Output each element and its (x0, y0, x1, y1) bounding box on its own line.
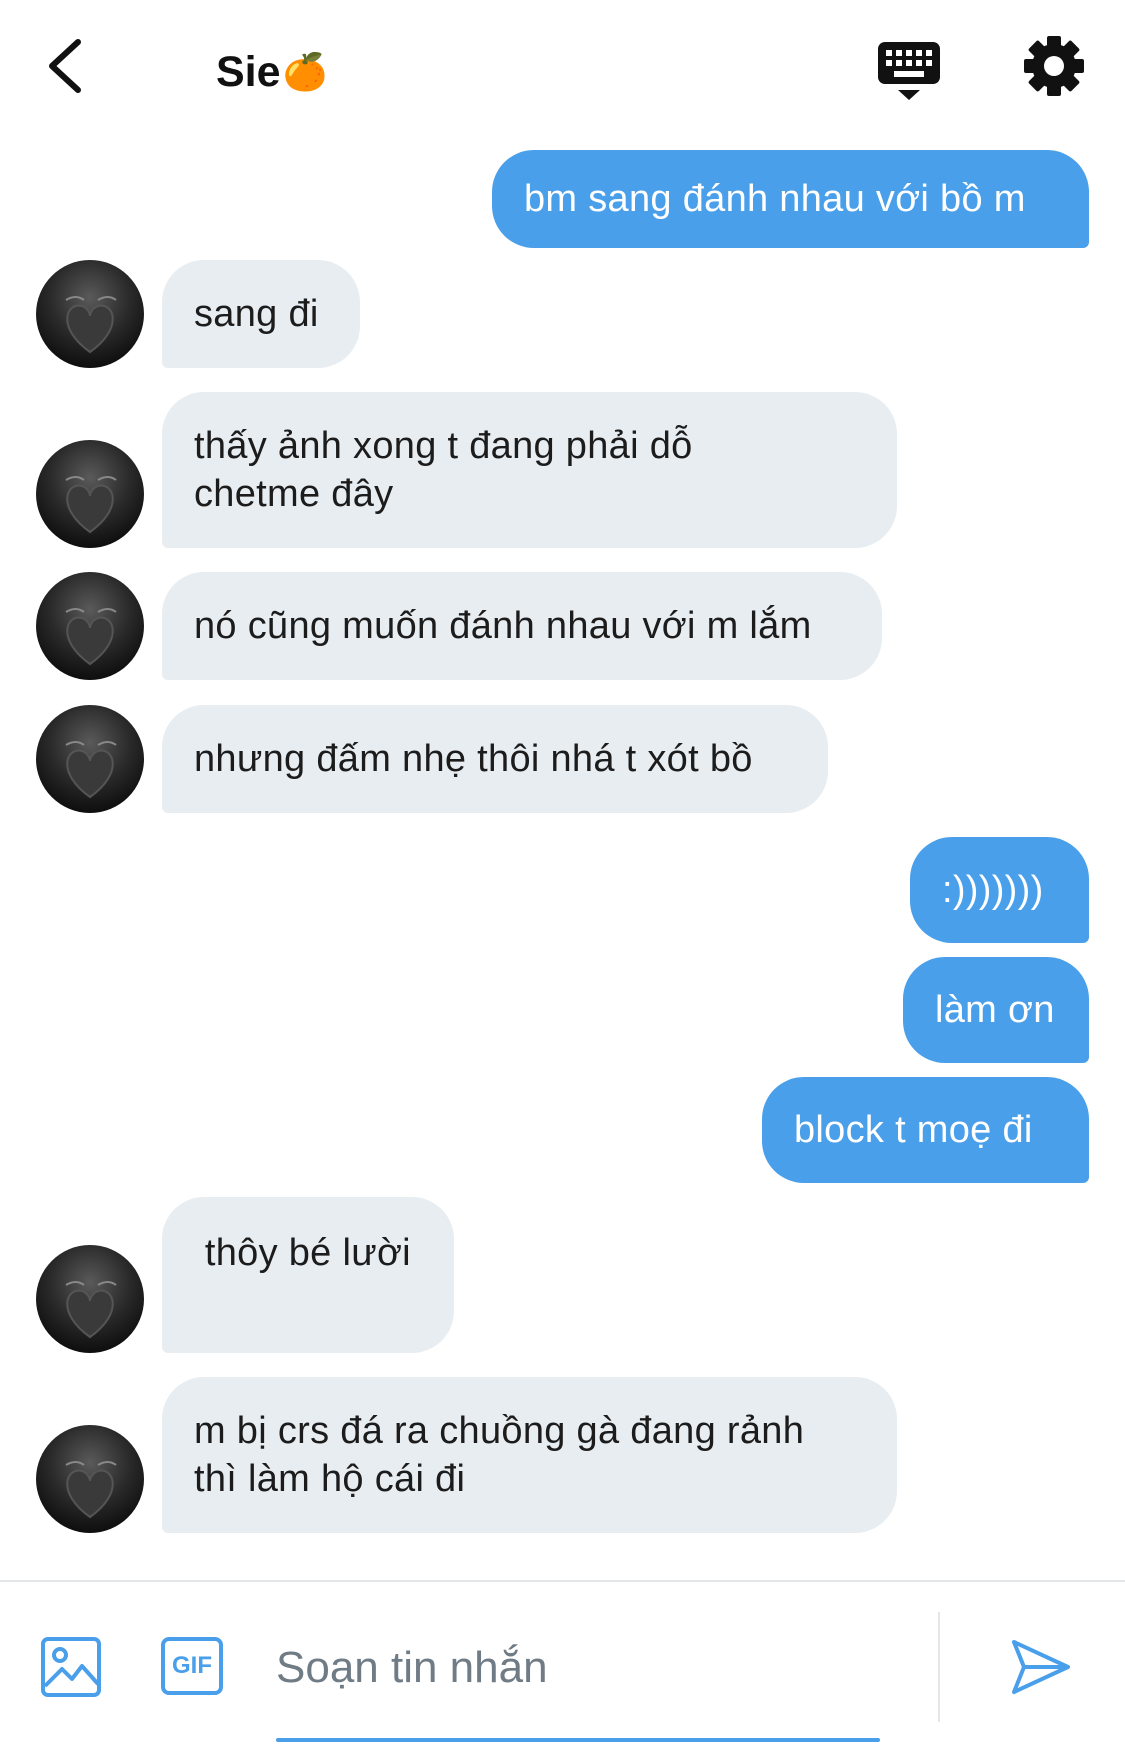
message-bubble-incoming[interactable]: thôy bé lười (162, 1197, 454, 1353)
gif-label: GIF (172, 1652, 212, 1679)
message-bubble-incoming[interactable]: m bị crs đá ra chuồng gà đang rảnh thì l… (162, 1377, 897, 1533)
message-bubble-incoming[interactable]: sang đi (162, 260, 360, 368)
keyboard-icon (878, 42, 940, 100)
avatar[interactable] (36, 1425, 144, 1533)
input-underline (276, 1738, 880, 1742)
image-icon (41, 1637, 101, 1697)
chevron-left-icon (49, 39, 81, 93)
avatar[interactable] (36, 572, 144, 680)
message-bubble-incoming[interactable]: thấy ảnh xong t đang phải dỗ chetme đây (162, 392, 897, 548)
avatar[interactable] (36, 1245, 144, 1353)
composer-divider (0, 1580, 1125, 1582)
message-bubble-outgoing[interactable]: block t moẹ đi (762, 1077, 1089, 1183)
heart-icon (65, 1461, 117, 1519)
heart-icon (65, 476, 117, 534)
message-bubble-outgoing[interactable]: :))))))) (910, 837, 1089, 943)
orange-emoji: 🍊 (282, 51, 328, 92)
send-button[interactable] (1008, 1634, 1074, 1700)
back-button[interactable] (40, 36, 100, 96)
message-bubble-incoming[interactable]: nhưng đấm nhẹ thôi nhá t xót bồ (162, 705, 828, 813)
heart-icon (65, 1281, 117, 1339)
avatar[interactable] (36, 705, 144, 813)
add-image-button[interactable] (40, 1636, 102, 1698)
heart-icon (65, 741, 117, 799)
send-icon (1012, 1640, 1070, 1694)
message-bubble-incoming[interactable]: nó cũng muốn đánh nhau với m lắm (162, 572, 882, 680)
avatar[interactable] (36, 260, 144, 368)
message-bubble-outgoing[interactable]: bm sang đánh nhau với bồ m (492, 150, 1089, 248)
conversation-name: Sie (216, 47, 281, 96)
heart-icon (65, 608, 117, 666)
message-bubble-outgoing[interactable]: làm ơn (903, 957, 1089, 1063)
conversation-title[interactable]: Sie 🍊 (216, 42, 327, 102)
message-input[interactable] (276, 1630, 876, 1706)
gear-icon (1024, 36, 1084, 96)
keyboard-button[interactable] (876, 38, 942, 104)
gif-button[interactable]: GIF (160, 1636, 224, 1696)
settings-button[interactable] (1022, 34, 1086, 98)
composer-separator (938, 1612, 940, 1722)
avatar[interactable] (36, 440, 144, 548)
heart-icon (65, 296, 117, 354)
